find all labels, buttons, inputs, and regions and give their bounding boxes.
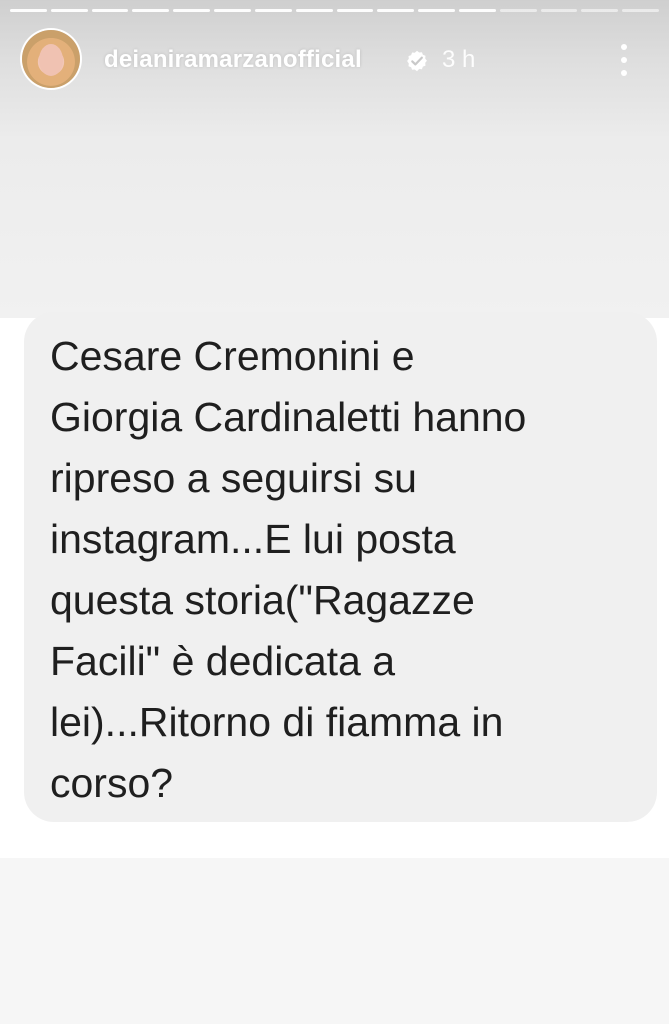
avatar[interactable]: [22, 30, 80, 88]
progress-segment: [295, 9, 333, 12]
verified-badge-icon: [407, 50, 427, 72]
progress-segment: [50, 9, 88, 12]
progress-segment: [418, 9, 455, 12]
progress-segment: [254, 9, 292, 12]
more-vertical-icon[interactable]: [614, 42, 634, 78]
progress-segment: [377, 9, 415, 12]
message-line: questa storia("Ragazze: [50, 577, 475, 623]
more-dot-2: [621, 57, 627, 63]
story-header: deianiramarzanofficial 3 h: [22, 30, 652, 90]
message-line: instagram...E lui posta: [50, 516, 456, 562]
message-line: lei)...Ritorno di fiamma in: [50, 699, 504, 745]
message-line: ripreso a seguirsi su: [50, 455, 417, 501]
avatar-face: [39, 44, 63, 76]
more-dot-3: [621, 70, 627, 76]
more-dot-1: [621, 44, 627, 50]
story-progress-bar: [10, 9, 659, 12]
progress-segment: [214, 9, 251, 12]
progress-segment: [91, 9, 129, 12]
story-time: 3 h: [442, 46, 476, 73]
progress-segment: [10, 9, 47, 12]
story-bottom-background: [0, 858, 669, 1024]
progress-segment: [622, 9, 659, 12]
story-message-text: Cesare Cremonini e Giorgia Cardinaletti …: [50, 326, 640, 814]
message-line: Giorgia Cardinaletti hanno: [50, 394, 527, 440]
progress-segment: [458, 9, 496, 12]
progress-segment: [132, 9, 170, 12]
message-line: Cesare Cremonini e: [50, 333, 415, 379]
progress-segment: [540, 9, 578, 12]
progress-segment: [581, 9, 619, 12]
message-line: Facili" è dedicata a: [50, 638, 396, 684]
progress-segment: [499, 9, 537, 12]
progress-segment: [336, 9, 374, 12]
username[interactable]: deianiramarzanofficial: [104, 46, 362, 74]
message-line: corso?: [50, 760, 174, 806]
progress-segment: [173, 9, 211, 12]
